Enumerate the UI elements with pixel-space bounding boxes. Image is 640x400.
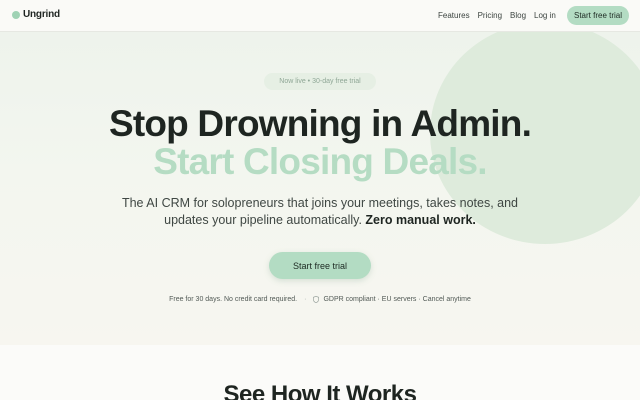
fineprint-separator: · (304, 296, 307, 303)
fineprint-compliance: GDPR compliant · EU servers · Cancel any… (323, 296, 471, 303)
brand-name: Ungrind (23, 9, 60, 20)
hero-start-trial-button[interactable]: Start free trial (269, 252, 371, 279)
nav-start-trial-button[interactable]: Start free trial (567, 6, 629, 25)
hero-fineprint: Free for 30 days. No credit card require… (0, 296, 640, 303)
how-it-works-title: See How It Works (223, 381, 417, 400)
hero-subtext-bold: Zero manual work. (365, 213, 476, 227)
nav-links: Features Pricing Blog (438, 11, 526, 20)
hero-headline: Stop Drowning in Admin. (108, 103, 532, 144)
launch-badge: Now live • 30-day free trial (264, 73, 376, 90)
shield-icon (313, 296, 320, 303)
login-link[interactable]: Log in (534, 11, 556, 20)
brand-logo[interactable]: Ungrind (12, 9, 60, 20)
nav-link-blog[interactable]: Blog (510, 11, 526, 20)
fineprint-trial: Free for 30 days. No credit card require… (169, 296, 298, 303)
nav-link-pricing[interactable]: Pricing (478, 11, 502, 20)
hero-subtext: The AI CRM for solopreneurs that joins y… (110, 195, 530, 229)
hero-headline-accent: Start Closing Deals. (153, 141, 487, 182)
landing-page: Ungrind Features Pricing Blog Log in Sta… (0, 0, 640, 400)
nav-link-features[interactable]: Features (438, 11, 470, 20)
brand-dot-icon (12, 10, 20, 19)
top-nav: Ungrind Features Pricing Blog Log in Sta… (0, 0, 640, 32)
